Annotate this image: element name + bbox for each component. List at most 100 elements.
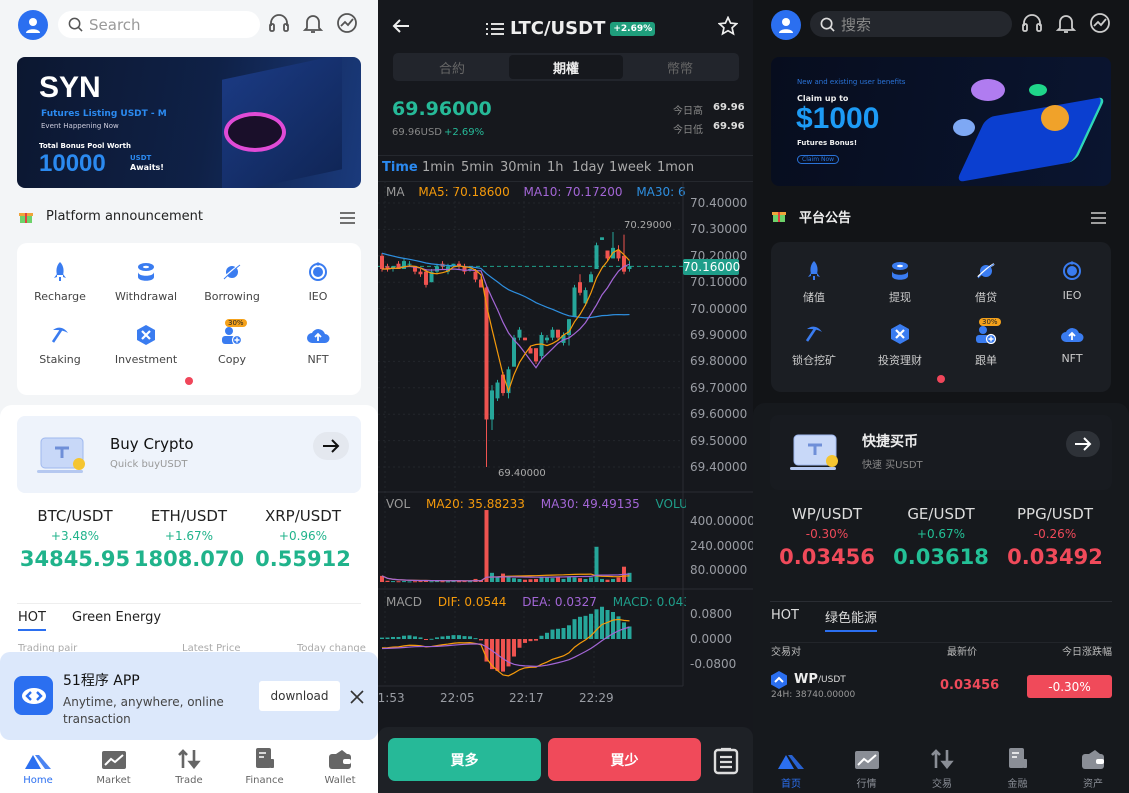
tab-hot[interactable]: HOT — [18, 610, 46, 631]
ticker-0[interactable]: WP/USDT -0.30% 0.03456 — [770, 505, 884, 569]
bell-icon[interactable] — [1055, 12, 1077, 38]
ticker-1[interactable]: GE/USDT +0.67% 0.03618 — [884, 505, 998, 569]
nav-home[interactable]: Home — [0, 747, 76, 786]
grid-item-4[interactable]: 锁仓挖矿 — [771, 322, 857, 368]
order-list-icon[interactable] — [713, 747, 739, 779]
arrow-right-icon[interactable] — [1066, 431, 1100, 457]
grid-item-1[interactable]: 提现 — [857, 259, 943, 305]
headset-icon[interactable] — [268, 12, 290, 38]
segment-0[interactable]: 合約 — [395, 55, 509, 79]
timeframe-1mon[interactable]: 1mon — [657, 160, 694, 175]
announcement-text[interactable]: Platform announcement — [46, 209, 203, 224]
finance-icon — [227, 747, 303, 769]
grid-item-4[interactable]: Staking — [17, 323, 103, 366]
nav-market[interactable]: Market — [76, 747, 152, 786]
promo-banner[interactable]: New and existing user benefits Claim up … — [771, 57, 1111, 186]
announcement-text[interactable]: 平台公告 — [799, 207, 851, 226]
nav-trade[interactable]: 交易 — [904, 747, 980, 790]
timeframe-1h[interactable]: 1h — [547, 160, 564, 175]
wallet-icon — [302, 747, 378, 769]
menu-icon[interactable] — [1091, 209, 1106, 228]
market-list-row[interactable]: WP /USDT 24H: 38740.00000 0.03456 -0.30% — [770, 670, 1112, 704]
grid-item-2[interactable]: Borrowing — [189, 260, 275, 303]
nav-finance[interactable]: Finance — [227, 747, 303, 786]
ticker-2[interactable]: PPG/USDT -0.26% 0.03492 — [998, 505, 1112, 569]
ticker-1[interactable]: ETH/USDT +1.67% 1808.070 — [132, 507, 246, 571]
avatar[interactable] — [18, 10, 48, 40]
promo-banner[interactable]: SYN Futures Listing USDT - M Event Happe… — [17, 57, 361, 188]
divider — [17, 603, 361, 604]
target-icon — [1029, 259, 1115, 283]
segment-2[interactable]: 幣幣 — [623, 55, 737, 79]
timeframe-1min[interactable]: 1min — [422, 160, 455, 175]
volume-bar — [402, 581, 406, 583]
x-tick: 22:05 — [440, 691, 475, 705]
grid-item-5[interactable]: Investment — [103, 323, 189, 366]
candle — [424, 271, 428, 285]
volume-bar — [616, 577, 621, 582]
back-arrow-icon[interactable] — [392, 18, 410, 38]
grid-item-1[interactable]: Withdrawal — [103, 260, 189, 303]
macd-y-tick: 0.0800 — [690, 607, 732, 621]
grid-item-7[interactable]: NFT — [1029, 322, 1115, 365]
nav-finance[interactable]: 金融 — [980, 747, 1056, 790]
timeframe-1week[interactable]: 1week — [609, 160, 651, 175]
pair-selector[interactable]: LTC/USDT +2.69% — [486, 18, 656, 39]
macd-bar — [605, 609, 610, 639]
download-button[interactable]: download — [259, 681, 340, 711]
grid-item-2[interactable]: 借贷 — [943, 259, 1029, 305]
macd-bar — [578, 616, 582, 639]
tab-green-energy[interactable]: Green Energy — [72, 610, 161, 625]
chart-icon[interactable] — [1089, 12, 1111, 38]
headset-icon[interactable] — [1021, 12, 1043, 38]
search-input[interactable]: Search — [58, 11, 260, 38]
timeframe-1day[interactable]: 1day — [572, 160, 604, 175]
nav-wallet[interactable]: Wallet — [302, 747, 378, 786]
rocket-icon — [17, 260, 103, 284]
chart-icon[interactable] — [336, 12, 358, 38]
nav-market[interactable]: 行情 — [829, 747, 905, 790]
nav-home[interactable]: 首页 — [753, 747, 829, 790]
copy-user-icon: 30% — [943, 318, 1029, 346]
x-tick: 22:29 — [579, 691, 614, 705]
claim-now-button[interactable]: Claim Now — [797, 155, 840, 164]
timeframe-5min[interactable]: 5min — [461, 160, 494, 175]
tab-green-energy[interactable]: 绿色能源 — [825, 607, 878, 632]
menu-icon[interactable] — [340, 209, 355, 228]
arrow-right-icon[interactable] — [313, 432, 349, 460]
bell-icon[interactable] — [302, 12, 324, 38]
segment-1[interactable]: 期權 — [509, 55, 623, 79]
candle — [605, 250, 610, 259]
grid-item-6[interactable]: 30% Copy — [189, 319, 275, 366]
search-input[interactable]: 搜索 — [810, 11, 1012, 37]
close-icon[interactable] — [350, 689, 364, 708]
avatar[interactable] — [771, 10, 801, 40]
candle — [616, 250, 621, 259]
grid-item-7[interactable]: NFT — [275, 323, 361, 366]
buy-crypto-card[interactable]: Buy Crypto Quick buyUSDT — [17, 416, 361, 493]
volume-bar — [583, 578, 588, 582]
nav-wallet[interactable]: 资产 — [1055, 747, 1129, 790]
grid-item-3[interactable]: IEO — [275, 260, 361, 303]
timeframe-Time[interactable]: Time — [382, 160, 418, 175]
buy-long-button[interactable]: 買多 — [388, 738, 541, 781]
grid-item-0[interactable]: Recharge — [17, 260, 103, 303]
nav-trade[interactable]: Trade — [151, 747, 227, 786]
y-tick: 69.70000 — [690, 380, 748, 395]
grid-item-0[interactable]: 储值 — [771, 259, 857, 305]
candle — [517, 329, 522, 338]
buy-short-button[interactable]: 買少 — [548, 738, 701, 781]
tab-hot[interactable]: HOT — [771, 608, 799, 623]
grid-item-6[interactable]: 30% 跟单 — [943, 318, 1029, 368]
timeframe-30min[interactable]: 30min — [500, 160, 541, 175]
ticker-2[interactable]: XRP/USDT +0.96% 0.55912 — [246, 507, 360, 571]
ticker-0[interactable]: BTC/USDT +3.48% 34845.95 — [18, 507, 132, 571]
star-icon[interactable] — [717, 15, 739, 40]
buy-crypto-card[interactable]: 快捷买币 快速 买USDT — [770, 415, 1112, 490]
page-indicator-dot — [185, 377, 193, 385]
grid-item-3[interactable]: IEO — [1029, 259, 1115, 302]
grid-item-5[interactable]: 投资理财 — [857, 322, 943, 368]
x-tick: 22:17 — [509, 691, 544, 705]
divider — [770, 642, 1112, 643]
copy-user-icon: 30% — [189, 319, 275, 347]
